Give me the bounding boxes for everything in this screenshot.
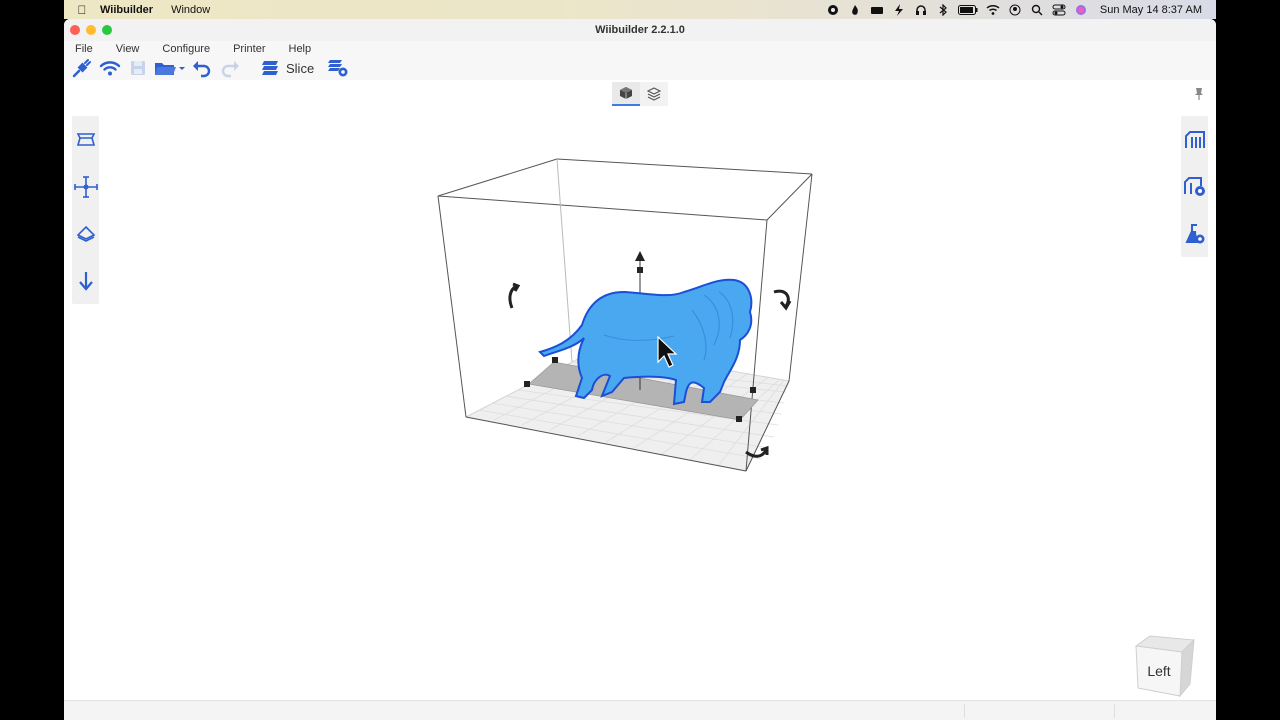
rotate-y-icon[interactable] [773, 289, 792, 311]
view-cube[interactable]: Left [1130, 632, 1196, 698]
pin-panel-button[interactable] [1190, 84, 1208, 104]
printer-gear-icon [1183, 176, 1205, 196]
slice-button[interactable]: Slice [260, 56, 324, 80]
slice-settings-icon [328, 60, 348, 77]
status-icons: Sun May 14 8:37 AM [822, 0, 1216, 19]
folder-open-icon [155, 63, 185, 75]
connect-usb-button[interactable] [68, 56, 96, 80]
wifi-icon[interactable] [982, 0, 1004, 19]
mac-menu-bar:  Wiibuilder Window [64, 0, 1216, 19]
flask-gear-icon [1184, 223, 1204, 243]
menu-help[interactable]: Help [289, 43, 312, 55]
lay-flat-icon [76, 225, 95, 242]
z-move-arrow-icon[interactable] [635, 251, 645, 261]
app-window: Wiibuilder 2.2.1.0 File View Configure P… [64, 19, 1216, 720]
handle-back-right[interactable] [750, 387, 756, 393]
user-icon[interactable] [1004, 0, 1026, 19]
menu-configure[interactable]: Configure [162, 43, 210, 55]
move-tool-button[interactable] [72, 163, 99, 210]
traffic-lights [70, 25, 112, 35]
undo-icon [193, 61, 211, 78]
layers-icon [647, 87, 661, 101]
left-toolbar [72, 116, 99, 304]
connect-wifi-button[interactable] [96, 56, 124, 80]
drive-icon[interactable] [866, 0, 888, 19]
slice-label: Slice [286, 60, 315, 76]
maximize-window-button[interactable] [102, 25, 112, 35]
lay-flat-button[interactable] [72, 210, 99, 257]
view-perspective-button[interactable] [72, 116, 99, 163]
open-file-button[interactable] [152, 56, 188, 80]
print-settings-button[interactable] [1181, 116, 1208, 163]
window-title: Wiibuilder 2.2.1.0 [595, 24, 685, 36]
search-icon[interactable] [1026, 0, 1048, 19]
menu-file[interactable]: File [75, 43, 93, 55]
view-mode-tabs [612, 82, 668, 106]
rotate-x-icon[interactable] [508, 282, 521, 309]
3d-viewport[interactable]: Left [64, 80, 1216, 700]
minimize-window-button[interactable] [86, 25, 96, 35]
handle-front-right[interactable] [736, 416, 742, 422]
bluetooth-icon[interactable] [932, 0, 954, 19]
handle-back-left[interactable] [552, 357, 558, 363]
tab-model-view[interactable] [612, 82, 640, 106]
cube-icon [620, 87, 632, 99]
headphones-icon[interactable] [910, 0, 932, 19]
menu-view[interactable]: View [116, 43, 140, 55]
main-toolbar: Slice [64, 56, 1216, 80]
view-cube-face-label: Left [1147, 663, 1170, 679]
menu-app-name[interactable]: Wiibuilder [100, 4, 153, 16]
slice-settings-button[interactable] [324, 56, 352, 80]
window-titlebar: Wiibuilder 2.2.1.0 [64, 19, 1216, 41]
siri-icon[interactable] [1070, 0, 1092, 19]
status-divider [1114, 704, 1115, 718]
slice-layers-icon [262, 61, 278, 75]
handle-front-left[interactable] [524, 381, 530, 387]
tab-layer-view[interactable] [640, 82, 668, 106]
arrow-down-icon [78, 271, 93, 291]
apple-icon[interactable]:  [64, 3, 100, 17]
material-settings-button[interactable] [1181, 210, 1208, 257]
redo-icon [221, 61, 239, 78]
right-toolbar [1181, 116, 1208, 257]
control-center-icon[interactable] [1048, 0, 1070, 19]
app-menu-bar: File View Configure Printer Help [64, 41, 1216, 56]
perspective-icon [76, 132, 95, 146]
save-button[interactable] [124, 56, 152, 80]
save-icon [131, 61, 145, 75]
bolt-icon[interactable] [888, 0, 910, 19]
pin-icon [1195, 88, 1203, 100]
close-window-button[interactable] [70, 25, 80, 35]
usb-plug-icon [72, 59, 91, 78]
status-bar [64, 700, 1216, 720]
menu-printer[interactable]: Printer [233, 43, 265, 55]
flame-icon[interactable] [844, 0, 866, 19]
undo-button[interactable] [188, 56, 216, 80]
redo-button[interactable] [216, 56, 244, 80]
move-axes-icon [73, 175, 98, 198]
menu-clock[interactable]: Sun May 14 8:37 AM [1100, 4, 1202, 16]
menu-window[interactable]: Window [171, 4, 210, 16]
printer-config-button[interactable] [1181, 163, 1208, 210]
printer-frame-icon [1184, 130, 1205, 148]
drop-to-plate-button[interactable] [72, 257, 99, 304]
status-divider [964, 704, 965, 718]
screen:  Wiibuilder Window [0, 0, 1280, 720]
record-icon[interactable] [822, 0, 844, 19]
build-volume-scene[interactable] [64, 80, 1216, 700]
wifi-connect-icon [99, 61, 121, 76]
battery-icon[interactable] [954, 0, 982, 19]
